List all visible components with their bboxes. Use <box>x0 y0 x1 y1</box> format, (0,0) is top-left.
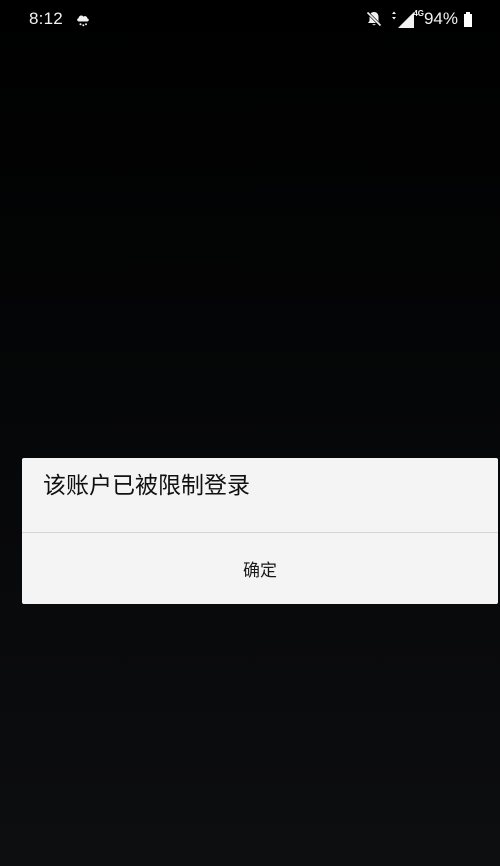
battery-percent: 94% <box>423 9 458 28</box>
network-type-label: 4G <box>413 9 424 18</box>
cloud-rain-icon <box>75 12 91 27</box>
bell-off-icon <box>365 10 383 28</box>
dialog-message: 该账户已被限制登录 <box>43 473 250 499</box>
status-time: 8:12 <box>29 9 63 28</box>
battery-icon <box>464 11 472 27</box>
alert-dialog: 该账户已被限制登录 确定 <box>22 458 498 604</box>
signal-4g-icon <box>389 9 415 29</box>
app-screen: 8:12 4G 94% 该账户已被限制登录 确定 <box>0 0 500 866</box>
confirm-button-label: 确定 <box>243 561 277 581</box>
status-bar: 8:12 4G 94% <box>0 0 500 38</box>
status-bar-right: 4G 94% <box>365 9 472 29</box>
status-bar-left: 8:12 <box>29 9 91 29</box>
confirm-button[interactable]: 确定 <box>22 533 498 604</box>
